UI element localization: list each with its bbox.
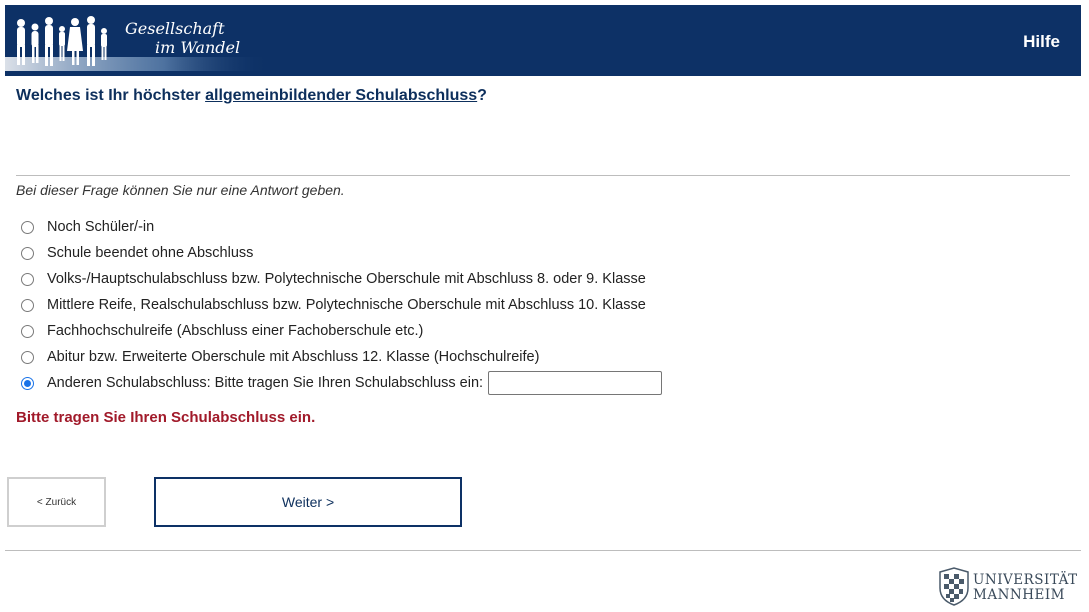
back-button[interactable]: < Zurück	[7, 477, 106, 527]
option-label: Noch Schüler/-in	[47, 219, 155, 235]
option-abitur[interactable]: Abitur bzw. Erweiterte Oberschule mit Ab…	[21, 344, 662, 370]
question-text: Welches ist Ihr höchster allgemeinbilden…	[16, 87, 487, 105]
radio-button[interactable]	[21, 220, 34, 234]
option-label: Mittlere Reife, Realschulabschluss bzw. …	[47, 297, 646, 313]
option-label: Anderen Schulabschluss: Bitte tragen Sie…	[47, 375, 484, 391]
next-button[interactable]: Weiter >	[154, 477, 462, 527]
radio-button[interactable]	[21, 298, 34, 312]
other-degree-input[interactable]	[488, 371, 663, 395]
university-crest-icon	[939, 567, 969, 606]
question-suffix: ?	[477, 87, 487, 104]
radio-button-selected[interactable]	[21, 376, 34, 390]
option-hauptschulabschluss[interactable]: Volks-/Hauptschulabschluss bzw. Polytech…	[21, 266, 662, 292]
option-label: Fachhochschulreife (Abschluss einer Fach…	[47, 323, 424, 339]
university-name-line1: UNIVERSITÄT	[973, 572, 1078, 588]
option-noch-schueler[interactable]: Noch Schüler/-in	[21, 214, 662, 240]
option-anderer-abschluss[interactable]: Anderen Schulabschluss: Bitte tragen Sie…	[21, 370, 663, 396]
question-term-link[interactable]: allgemeinbildender Schulabschluss	[205, 87, 477, 104]
option-mittlere-reife[interactable]: Mittlere Reife, Realschulabschluss bzw. …	[21, 292, 662, 318]
radio-button[interactable]	[21, 324, 34, 338]
option-label: Abitur bzw. Erweiterte Oberschule mit Ab…	[47, 349, 540, 365]
option-ohne-abschluss[interactable]: Schule beendet ohne Abschluss	[21, 240, 662, 266]
validation-error: Bitte tragen Sie Ihren Schulabschluss ei…	[16, 409, 316, 426]
universitaet-mannheim-logo: UNIVERSITÄT MANNHEIM	[937, 566, 1082, 608]
answer-hint: Bei dieser Frage können Sie nur eine Ant…	[16, 182, 345, 198]
help-link[interactable]: Hilfe	[1023, 32, 1060, 52]
radio-button[interactable]	[21, 246, 34, 260]
gesellschaft-im-wandel-logo: Gesellschaft im Wandel	[5, 5, 275, 76]
radio-button[interactable]	[21, 272, 34, 286]
logo-title-line2: im Wandel	[155, 38, 241, 57]
question-divider	[16, 175, 1070, 176]
radio-button[interactable]	[21, 350, 34, 364]
answer-options: Noch Schüler/-in Schule beendet ohne Abs…	[21, 214, 663, 396]
question-prefix: Welches ist Ihr höchster	[16, 87, 206, 104]
option-label: Schule beendet ohne Abschluss	[47, 245, 254, 261]
site-header: Gesellschaft im Wandel Hilfe	[5, 5, 1081, 76]
logo-title-line1: Gesellschaft	[125, 19, 225, 38]
option-label: Volks-/Hauptschulabschluss bzw. Polytech…	[47, 271, 646, 287]
footer-divider	[5, 550, 1081, 551]
university-name-line2: MANNHEIM	[973, 587, 1065, 603]
option-fachhochschulreife[interactable]: Fachhochschulreife (Abschluss einer Fach…	[21, 318, 662, 344]
